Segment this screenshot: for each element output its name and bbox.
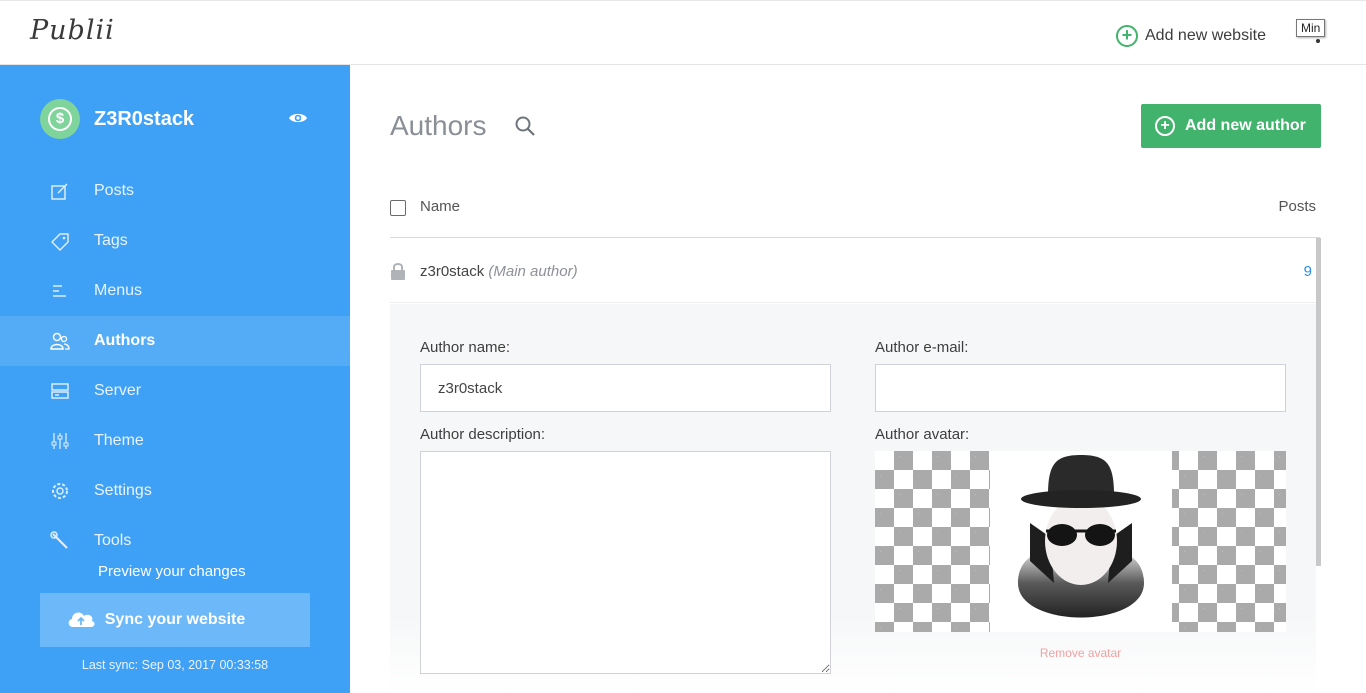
server-icon (51, 383, 69, 399)
sidebar-item-server[interactable]: Server (0, 366, 350, 416)
sidebar-item-label: Posts (94, 182, 135, 199)
site-name[interactable]: Z3R0stack (94, 108, 194, 131)
main-author-tag: (Main author) (488, 263, 578, 280)
sidebar-item-label: Server (94, 382, 142, 399)
menu-icon (53, 285, 66, 297)
plus-circle-icon: + (1155, 116, 1175, 136)
tag-icon (51, 233, 69, 251)
sidebar-item-label: Tools (94, 532, 132, 549)
sliders-icon (51, 433, 69, 449)
top-bar: Publii + Add new website Min (0, 0, 1366, 65)
sidebar-item-label: Tags (94, 232, 128, 249)
sidebar-item-posts[interactable]: Posts (0, 166, 350, 216)
table-header: Name Posts (390, 190, 1320, 238)
sidebar-item-label: Menus (94, 282, 143, 299)
gear-icon (52, 483, 68, 499)
site-avatar[interactable]: $ (40, 99, 80, 139)
sidebar-item-settings[interactable]: Settings (0, 466, 350, 516)
sidebar-item-label: Settings (94, 482, 152, 499)
author-description-label: Author description: (420, 426, 546, 443)
users-icon (50, 332, 70, 350)
author-name-cell[interactable]: z3r0stack (Main author) (420, 263, 578, 280)
eye-icon[interactable] (288, 111, 308, 125)
author-email-label: Author e-mail: (875, 339, 969, 356)
scrollbar[interactable] (1316, 238, 1321, 566)
sync-website-button[interactable]: Sync your website (40, 593, 310, 647)
page-title: Authors (390, 110, 487, 141)
table-row[interactable]: z3r0stack (Main author) 9 (390, 239, 1316, 303)
column-header-name[interactable]: Name (420, 198, 460, 215)
sidebar-item-label: Theme (94, 432, 144, 449)
author-name-input[interactable] (420, 364, 831, 412)
author-email-input[interactable] (875, 364, 1286, 412)
add-new-website-label: Add new website (1145, 27, 1266, 44)
author-name-label: Author name: (420, 339, 511, 356)
sidebar-item-label: Authors (94, 332, 156, 349)
author-posts-count[interactable]: 9 (1304, 263, 1312, 280)
plus-circle-icon: + (1116, 25, 1138, 47)
wrench-icon (50, 531, 68, 549)
add-new-author-button[interactable]: + Add new author (1141, 104, 1321, 148)
sync-website-label: Sync your website (104, 611, 246, 628)
sidebar-item-tools[interactable]: Tools (0, 516, 350, 566)
sidebar-item-authors[interactable]: Authors (0, 316, 350, 366)
search-icon[interactable] (513, 114, 537, 138)
last-sync-text: Last sync: Sep 03, 2017 00:33:58 (81, 658, 269, 672)
remove-avatar-link[interactable]: Remove avatar (875, 646, 1286, 660)
author-avatar-label: Author avatar: (875, 426, 970, 443)
cloud-upload-icon (68, 612, 95, 627)
spy-avatar-icon (990, 451, 1172, 632)
sidebar-item-menus[interactable]: Menus (0, 266, 350, 316)
dollar-icon: $ (48, 107, 72, 131)
edit-icon (51, 183, 68, 200)
lock-icon (391, 263, 405, 280)
preview-changes-link[interactable]: Preview your changes (98, 563, 246, 580)
app-logo: Publii (30, 15, 115, 46)
sidebar-item-theme[interactable]: Theme (0, 416, 350, 466)
sidebar-item-tags[interactable]: Tags (0, 216, 350, 266)
add-new-website-button[interactable]: + Add new website (1116, 25, 1266, 47)
author-name: z3r0stack (420, 263, 485, 280)
column-header-posts[interactable]: Posts (1278, 198, 1316, 215)
author-description-input[interactable] (420, 451, 831, 674)
add-new-author-label: Add new author (1185, 117, 1306, 134)
sidebar: $ Z3R0stack Posts Tags Menus Authors Ser… (0, 65, 350, 693)
minimize-tooltip: Min (1296, 19, 1326, 37)
select-all-checkbox[interactable] (390, 200, 406, 216)
minimize-button[interactable] (1316, 39, 1320, 43)
